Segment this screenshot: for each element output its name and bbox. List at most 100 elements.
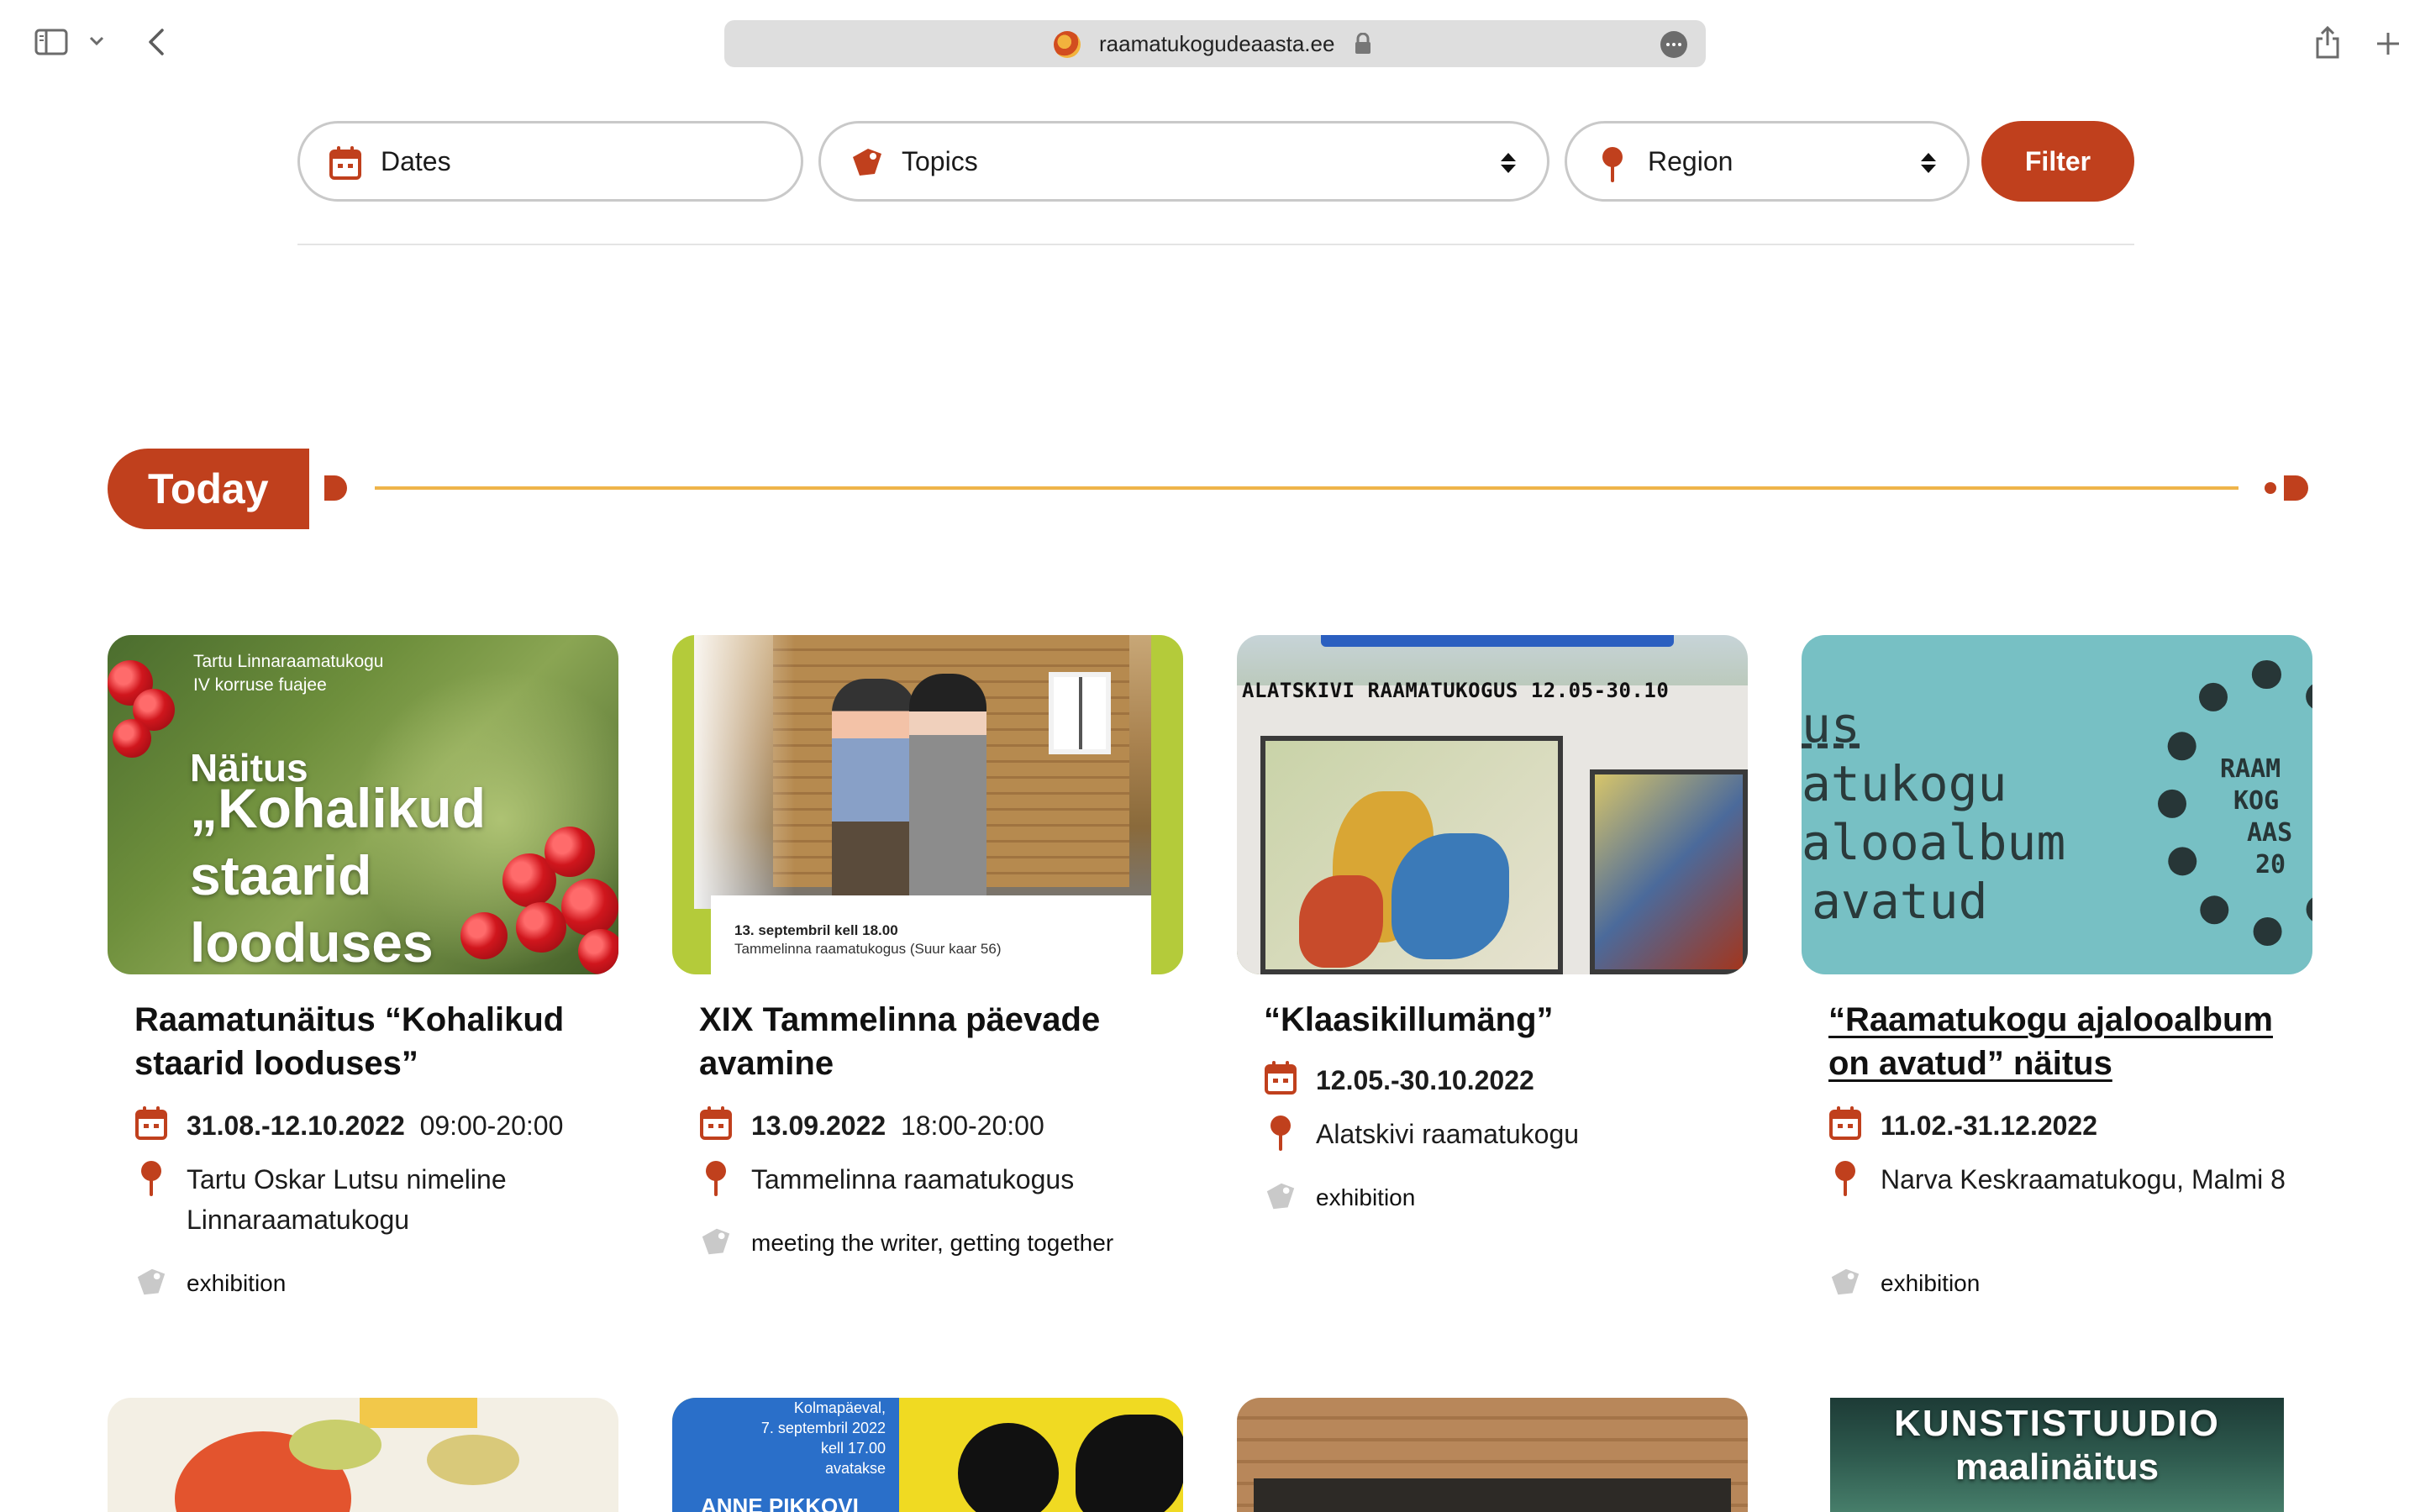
- event-location-row: Narva Keskraamatukogu, Malmi 8: [1828, 1159, 2307, 1200]
- sidebar-toggle-icon[interactable]: [32, 25, 71, 59]
- event-tags-row: exhibition: [1828, 1265, 2307, 1302]
- map-pin-icon: [1264, 1114, 1297, 1151]
- event-image[interactable]: Tartu Linnaraamatukogu IV korruse fuajee…: [108, 635, 618, 974]
- event-card[interactable]: ALATSKIVI RAAMATUKOGUS 12.05-30.10 “Klaa…: [1237, 635, 1748, 1210]
- event-date-row: 13.09.2022 18:00-20:00: [699, 1105, 1178, 1146]
- region-filter-select[interactable]: Region: [1565, 121, 1970, 202]
- topics-filter-select[interactable]: Topics: [818, 121, 1549, 202]
- image-caption: RAAM: [2220, 754, 2281, 784]
- map-pin-icon: [134, 1159, 168, 1196]
- topics-filter-label: Topics: [902, 146, 978, 176]
- site-favicon-icon: [1054, 31, 1081, 58]
- event-image[interactable]: [108, 1398, 618, 1512]
- divider: [297, 244, 2134, 245]
- tag-icon: [1264, 1179, 1297, 1216]
- event-date-row: 11.02.-31.12.2022: [1828, 1105, 2307, 1146]
- event-image[interactable]: [1237, 1398, 1748, 1512]
- image-caption: Tammelinna raamatukogus (Suur kaar 56): [734, 941, 1002, 957]
- timeline-end-marker-icon: [2264, 474, 2314, 502]
- calendar-icon: [699, 1105, 733, 1142]
- event-location: Tartu Oskar Lutsu nimeline Linnaraamatuk…: [187, 1164, 507, 1235]
- event-card[interactable]: us atukogu alooalbum avatud RAAM KOG AAS…: [1802, 635, 2312, 1296]
- lock-icon: [1353, 32, 1373, 55]
- address-bar[interactable]: raamatukogudeaasta.ee: [724, 20, 1706, 67]
- event-date-row: 12.05.-30.10.2022: [1264, 1060, 1743, 1100]
- event-date: 12.05.-30.10.2022: [1316, 1065, 1534, 1095]
- calendar-icon: [1828, 1105, 1862, 1142]
- event-tags: exhibition: [187, 1270, 287, 1296]
- sort-arrows-icon: [1920, 152, 1937, 174]
- event-time: 18:00-20:00: [900, 1110, 1044, 1141]
- event-location: Narva Keskraamatukogu, Malmi 8: [1881, 1164, 2286, 1194]
- image-title-line: alooalbum: [1802, 814, 2066, 871]
- image-title-line: looduses: [190, 911, 434, 974]
- image-title-line: „Kohalikud: [190, 777, 487, 839]
- event-card[interactable]: Tartu Linnaraamatukogu IV korruse fuajee…: [108, 635, 618, 1296]
- image-title-line: avatud: [1812, 873, 1988, 930]
- image-title-line: maalinäitus: [1954, 1446, 2160, 1488]
- filter-button[interactable]: Filter: [1981, 121, 2134, 202]
- event-title[interactable]: “Klaasikillumäng”: [1264, 998, 1734, 1042]
- calendar-icon: [1264, 1060, 1297, 1097]
- timeline-line: [375, 486, 2238, 490]
- tag-icon: [850, 145, 883, 181]
- event-location-row: Tammelinna raamatukogus: [699, 1159, 1178, 1200]
- image-caption: 13. septembril kell 18.00: [734, 922, 898, 938]
- chevron-down-icon[interactable]: [86, 30, 108, 52]
- more-options-icon[interactable]: [1660, 31, 1687, 58]
- image-caption: ALATSKIVI RAAMATUKOGUS 12.05-30.10: [1242, 679, 1670, 702]
- dates-filter-label: Dates: [381, 146, 451, 176]
- event-tags-row: meeting the writer, getting together: [699, 1225, 1178, 1262]
- event-date-row: 31.08.-12.10.2022 09:00-20:00: [134, 1105, 613, 1146]
- event-image[interactable]: 13. septembril kell 18.00 Tammelinna raa…: [672, 635, 1183, 974]
- event-title[interactable]: Raamatunäitus “Kohalikud staarid looduse…: [134, 998, 605, 1085]
- image-caption: Tartu Linnaraamatukogu: [193, 652, 384, 671]
- region-filter-label: Region: [1648, 146, 1733, 176]
- image-caption: 20: [2255, 850, 2286, 879]
- back-arrow-icon[interactable]: [139, 25, 173, 59]
- share-icon[interactable]: [2309, 24, 2346, 60]
- calendar-icon: [134, 1105, 168, 1142]
- event-tags: exhibition: [1881, 1270, 1981, 1296]
- event-title[interactable]: “Raamatukogu ajalooalbum on avatud” näit…: [1828, 998, 2299, 1085]
- sort-arrows-icon: [1500, 152, 1517, 174]
- event-tags-row: exhibition: [134, 1265, 613, 1302]
- image-title-line: us: [1802, 696, 1860, 753]
- map-pin-icon: [699, 1159, 733, 1196]
- event-location: Tammelinna raamatukogus: [751, 1164, 1075, 1194]
- event-image[interactable]: KUNSTISTUUDIO maalinäitus: [1830, 1398, 2284, 1512]
- event-image[interactable]: ALATSKIVI RAAMATUKOGUS 12.05-30.10: [1237, 635, 1748, 974]
- image-caption: Kolmapäeval,: [793, 1399, 886, 1416]
- image-caption: AAS: [2247, 818, 2293, 848]
- map-pin-icon: [1828, 1159, 1862, 1196]
- event-image[interactable]: Kolmapäeval, 7. septembril 2022 kell 17.…: [672, 1398, 1183, 1512]
- event-tags: meeting the writer, getting together: [751, 1230, 1114, 1256]
- calendar-icon: [329, 145, 362, 181]
- event-card[interactable]: 13. septembril kell 18.00 Tammelinna raa…: [672, 635, 1183, 1256]
- browser-toolbar: raamatukogudeaasta.ee: [0, 0, 2420, 84]
- event-time: 09:00-20:00: [419, 1110, 564, 1141]
- tag-icon: [134, 1265, 168, 1302]
- event-filter-bar: Dates Topics Region Filter: [297, 121, 2134, 202]
- today-section-title: Today: [108, 449, 309, 529]
- image-caption: avatakse: [824, 1460, 886, 1477]
- image-caption: KOG: [2233, 786, 2280, 816]
- event-location: Alatskivi raamatukogu: [1316, 1119, 1580, 1149]
- image-caption: kell 17.00: [820, 1440, 886, 1457]
- new-tab-plus-icon[interactable]: [2370, 25, 2407, 62]
- event-date: 11.02.-31.12.2022: [1881, 1110, 2098, 1141]
- dates-filter-field[interactable]: Dates: [297, 121, 803, 202]
- map-pin-icon: [1596, 145, 1629, 182]
- image-title-line: atukogu: [1802, 755, 2007, 812]
- image-caption: IV korruse fuajee: [193, 675, 327, 695]
- tag-icon: [699, 1225, 733, 1262]
- url-text: raamatukogudeaasta.ee: [1099, 31, 1335, 56]
- event-date: 31.08.-12.10.2022: [187, 1110, 405, 1141]
- event-location-row: Tartu Oskar Lutsu nimeline Linnaraamatuk…: [134, 1159, 613, 1240]
- image-title-line: KUNSTISTUUDIO: [1894, 1403, 2220, 1444]
- event-title[interactable]: XIX Tammelinna päevade avamine: [699, 998, 1170, 1085]
- event-image[interactable]: us atukogu alooalbum avatud RAAM KOG AAS…: [1802, 635, 2312, 974]
- event-tags: exhibition: [1316, 1184, 1416, 1210]
- event-tags-row: exhibition: [1264, 1179, 1743, 1216]
- event-date: 13.09.2022: [751, 1110, 886, 1141]
